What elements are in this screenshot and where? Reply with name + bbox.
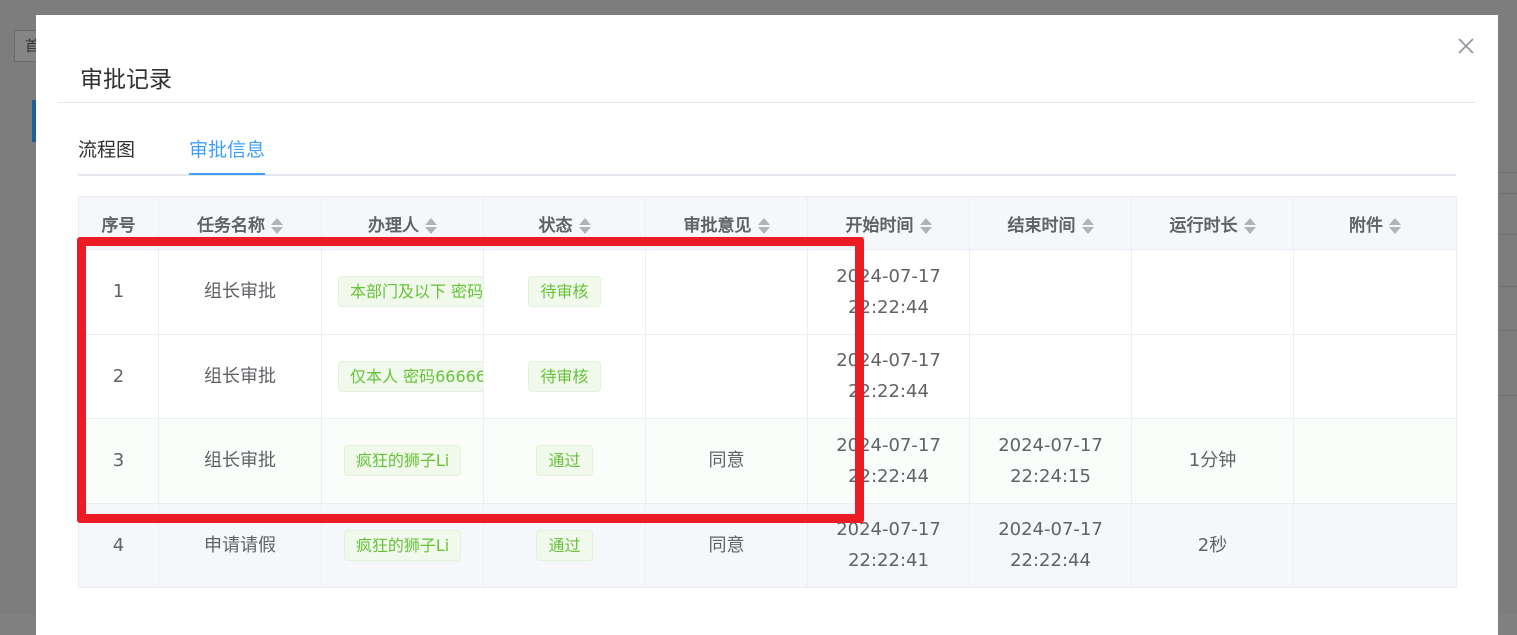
sort-icon[interactable] <box>1389 216 1401 236</box>
background-divider <box>1499 286 1517 287</box>
background-divider <box>1499 172 1517 173</box>
cell-assignee: 本部门及以下 密码 <box>321 249 484 335</box>
table-row: 4 申请请假 疯狂的狮子Li 通过 同意 2024-07-17 22:22:41 … <box>78 503 1457 588</box>
background-divider <box>1499 330 1517 331</box>
cell-duration: 1分钟 <box>1131 418 1294 504</box>
tab-approval-info[interactable]: 审批信息 <box>189 133 265 175</box>
cell-end-time: 2024-07-17 22:22:44 <box>969 503 1132 588</box>
cell-index: 3 <box>78 418 159 504</box>
cell-status: 通过 <box>483 418 646 504</box>
cell-opinion <box>645 249 808 335</box>
column-header[interactable]: 任务名称 <box>158 196 322 250</box>
cell-assignee: 疯狂的狮子Li <box>321 503 484 588</box>
column-header[interactable]: 运行时长 <box>1131 196 1294 250</box>
table-header: 序号 任务名称 办理人 状态 审批意见 开始时间 结束时间 运行时长 附件 <box>78 196 1457 250</box>
cell-task: 组长审批 <box>158 418 322 504</box>
assignee-tag: 本部门及以下 密码 <box>338 276 483 308</box>
cell-start-time: 2024-07-17 22:22:44 <box>807 249 970 335</box>
cell-duration <box>1131 249 1294 335</box>
column-header[interactable]: 结束时间 <box>969 196 1132 250</box>
sort-icon[interactable] <box>1243 216 1256 236</box>
cell-task: 组长审批 <box>158 249 322 335</box>
assignee-tag: 疯狂的狮子Li <box>343 445 462 477</box>
cell-start-time: 2024-07-17 22:22:41 <box>807 503 970 588</box>
cell-opinion: 同意 <box>645 503 808 588</box>
cell-end-time: 2024-07-17 22:24:15 <box>969 418 1132 504</box>
status-badge: 通过 <box>536 529 593 561</box>
column-header[interactable]: 附件 <box>1293 196 1457 250</box>
tabs-divider <box>78 174 1456 176</box>
sort-icon[interactable] <box>919 216 932 236</box>
sort-icon[interactable] <box>757 216 770 236</box>
cell-attachment <box>1293 249 1457 335</box>
approval-table: 序号 任务名称 办理人 状态 审批意见 开始时间 结束时间 运行时长 附件 1 … <box>78 196 1457 588</box>
table-row: 2 组长审批 仅本人 密码66666 待审核 2024-07-17 22:22:4… <box>78 334 1457 419</box>
cell-attachment <box>1293 503 1457 588</box>
cell-attachment <box>1293 334 1457 419</box>
tab-flowchart[interactable]: 流程图 <box>78 133 135 175</box>
cell-duration <box>1131 334 1294 419</box>
cell-status: 待审核 <box>483 249 646 335</box>
sort-icon[interactable] <box>1081 216 1094 236</box>
cell-status: 待审核 <box>483 334 646 419</box>
cell-attachment <box>1293 418 1457 504</box>
cell-opinion: 同意 <box>645 418 808 504</box>
cell-index: 4 <box>78 503 159 588</box>
assignee-tag: 疯狂的狮子Li <box>343 529 462 561</box>
title-divider <box>58 102 1476 103</box>
sort-icon[interactable] <box>425 216 437 236</box>
close-icon[interactable] <box>1456 36 1476 56</box>
background-divider <box>1499 395 1517 396</box>
cell-task: 申请请假 <box>158 503 322 588</box>
cell-end-time <box>969 249 1132 335</box>
assignee-tag: 仅本人 密码66666 <box>338 360 483 392</box>
background-divider <box>1499 193 1517 194</box>
column-header[interactable]: 审批意见 <box>645 196 808 250</box>
column-header[interactable]: 状态 <box>483 196 646 250</box>
approval-record-dialog: 审批记录 流程图 审批信息 序号 任务名称 办理人 状态 审批意见 开始时间 结… <box>36 15 1498 635</box>
table-row: 3 组长审批 疯狂的狮子Li 通过 同意 2024-07-17 22:22:44 … <box>78 418 1457 504</box>
cell-assignee: 疯狂的狮子Li <box>321 418 484 504</box>
column-header[interactable]: 办理人 <box>321 196 484 250</box>
column-header[interactable]: 开始时间 <box>807 196 970 250</box>
cell-index: 2 <box>78 334 159 419</box>
cell-duration: 2秒 <box>1131 503 1294 588</box>
table-row: 1 组长审批 本部门及以下 密码 待审核 2024-07-17 22:22:44 <box>78 249 1457 335</box>
cell-start-time: 2024-07-17 22:22:44 <box>807 418 970 504</box>
sort-icon[interactable] <box>578 216 591 236</box>
status-badge: 待审核 <box>528 360 601 392</box>
cell-status: 通过 <box>483 503 646 588</box>
active-tab-indicator <box>189 173 265 175</box>
sort-icon[interactable] <box>271 216 283 236</box>
dialog-title: 审批记录 <box>80 67 172 93</box>
column-header: 序号 <box>78 196 159 250</box>
status-badge: 通过 <box>536 445 593 477</box>
cell-end-time <box>969 334 1132 419</box>
background-divider <box>1499 234 1517 235</box>
tabs: 流程图 审批信息 <box>78 133 1456 177</box>
cell-start-time: 2024-07-17 22:22:44 <box>807 334 970 419</box>
cell-task: 组长审批 <box>158 334 322 419</box>
cell-assignee: 仅本人 密码66666 <box>321 334 484 419</box>
cell-index: 1 <box>78 249 159 335</box>
status-badge: 待审核 <box>528 276 601 308</box>
cell-opinion <box>645 334 808 419</box>
